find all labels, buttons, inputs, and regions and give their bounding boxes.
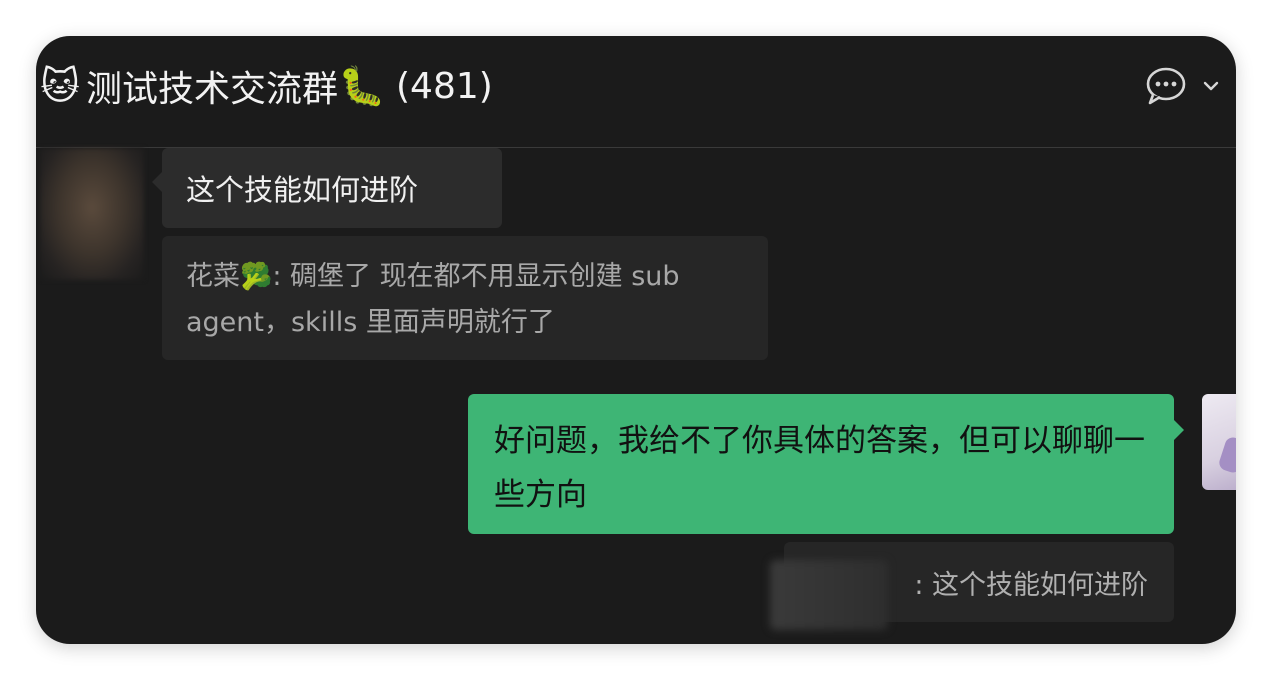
message-bubble-incoming[interactable]: 这个技能如何进阶 (152, 148, 502, 228)
quote-text: : 这个技能如何进阶 (914, 569, 1148, 601)
header-actions (1144, 66, 1222, 106)
cat-emoji-icon: 🐱 (40, 64, 80, 108)
member-count: (481) (396, 65, 493, 107)
caterpillar-emoji-icon: 🐛 (338, 63, 386, 108)
chat-window: 🐱 测试技术交流群 🐛 (481) 这个技能如何进阶 花菜🥦: 碉堡了 现在都不… (36, 36, 1236, 644)
message-bubble-outgoing[interactable]: 好问题，我给不了你具体的答案，但可以聊聊一些方向 (468, 394, 1184, 534)
chevron-down-icon[interactable] (1200, 75, 1222, 97)
sender-avatar[interactable] (40, 148, 144, 280)
quoted-message[interactable]: 花菜🥦: 碉堡了 现在都不用显示创建 sub agent，skills 里面声明… (162, 236, 768, 360)
chat-title[interactable]: 🐱 测试技术交流群 🐛 (481) (36, 58, 493, 114)
message-text: 好问题，我给不了你具体的答案，但可以聊聊一些方向 (494, 423, 1145, 513)
quote-author-redacted (770, 560, 888, 630)
message-text: 这个技能如何进阶 (186, 173, 419, 207)
quote-author: 花菜 (186, 261, 240, 292)
broccoli-emoji-icon: 🥦 (240, 262, 273, 292)
group-name: 测试技术交流群 (86, 69, 339, 110)
chat-bubble-icon[interactable] (1144, 66, 1188, 106)
my-avatar[interactable] (1202, 394, 1236, 490)
chat-header: 🐱 测试技术交流群 🐛 (481) (36, 36, 1236, 148)
